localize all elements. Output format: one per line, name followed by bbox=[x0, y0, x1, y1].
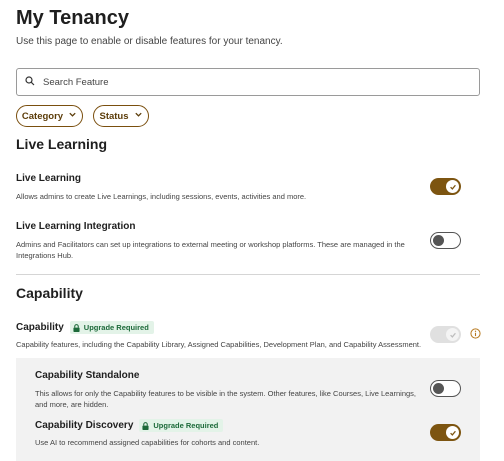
feature-title-label: Capability Discovery bbox=[35, 420, 134, 431]
feature-title-label: Live Learning Integration bbox=[16, 221, 136, 232]
section-divider bbox=[16, 274, 480, 275]
feature-title-label: Live Learning bbox=[16, 173, 82, 184]
toggle-capability[interactable] bbox=[430, 326, 461, 343]
search-field[interactable] bbox=[16, 68, 480, 96]
chevron-down-icon bbox=[68, 110, 77, 122]
toggle-capability-discovery[interactable] bbox=[430, 424, 461, 441]
status-filter-button[interactable]: Status bbox=[93, 105, 149, 127]
check-icon bbox=[449, 184, 456, 190]
lock-icon bbox=[73, 323, 80, 332]
section-heading-capability: Capability bbox=[16, 285, 83, 301]
toggle-knob bbox=[446, 328, 459, 341]
toggle-capability-standalone[interactable] bbox=[430, 380, 461, 397]
upgrade-required-badge: Upgrade Required bbox=[69, 321, 154, 334]
toggle-live-learning[interactable] bbox=[430, 178, 461, 195]
info-icon[interactable] bbox=[470, 328, 481, 339]
section-heading-live-learning: Live Learning bbox=[16, 136, 108, 152]
search-input[interactable] bbox=[41, 75, 461, 89]
feature-title-capability: Capability Upgrade Required bbox=[16, 321, 154, 334]
feature-title-capability-standalone: Capability Standalone bbox=[35, 370, 139, 381]
category-filter-label: Category bbox=[21, 110, 64, 122]
feature-description-capability-discovery: Use AI to recommend assigned capabilitie… bbox=[35, 438, 260, 447]
feature-title-live-learning-integration: Live Learning Integration bbox=[16, 221, 135, 232]
chevron-down-icon bbox=[134, 110, 143, 122]
toggle-live-learning-integration[interactable] bbox=[430, 232, 461, 249]
feature-description-live-learning-integration: Admins and Facilitators can set up integ… bbox=[16, 240, 405, 260]
page-title: My Tenancy bbox=[16, 7, 129, 29]
feature-title-capability-discovery: Capability Discovery Upgrade Required bbox=[35, 419, 224, 432]
badge-label: Upgrade Required bbox=[153, 421, 219, 430]
feature-description-live-learning: Allows admins to create Live Learnings, … bbox=[16, 192, 307, 201]
search-icon bbox=[25, 73, 35, 91]
upgrade-required-badge: Upgrade Required bbox=[139, 419, 224, 432]
feature-description-capability: Capability features, including the Capab… bbox=[16, 340, 422, 349]
status-filter-label: Status bbox=[99, 110, 129, 122]
lock-icon bbox=[142, 421, 149, 430]
feature-title-live-learning: Live Learning bbox=[16, 173, 81, 184]
category-filter-button[interactable]: Category bbox=[16, 105, 83, 127]
toggle-knob bbox=[446, 180, 459, 193]
badge-label: Upgrade Required bbox=[83, 323, 149, 332]
toggle-knob bbox=[446, 426, 459, 439]
toggle-knob bbox=[433, 234, 444, 246]
feature-title-label: Capability Standalone bbox=[35, 370, 140, 381]
check-icon bbox=[449, 430, 456, 436]
toggle-knob bbox=[433, 382, 444, 394]
page-subtitle: Use this page to enable or disable featu… bbox=[16, 36, 283, 47]
feature-title-label: Capability bbox=[16, 322, 64, 333]
feature-description-capability-standalone: This allows for only the Capability feat… bbox=[35, 389, 417, 409]
check-icon bbox=[449, 332, 456, 338]
